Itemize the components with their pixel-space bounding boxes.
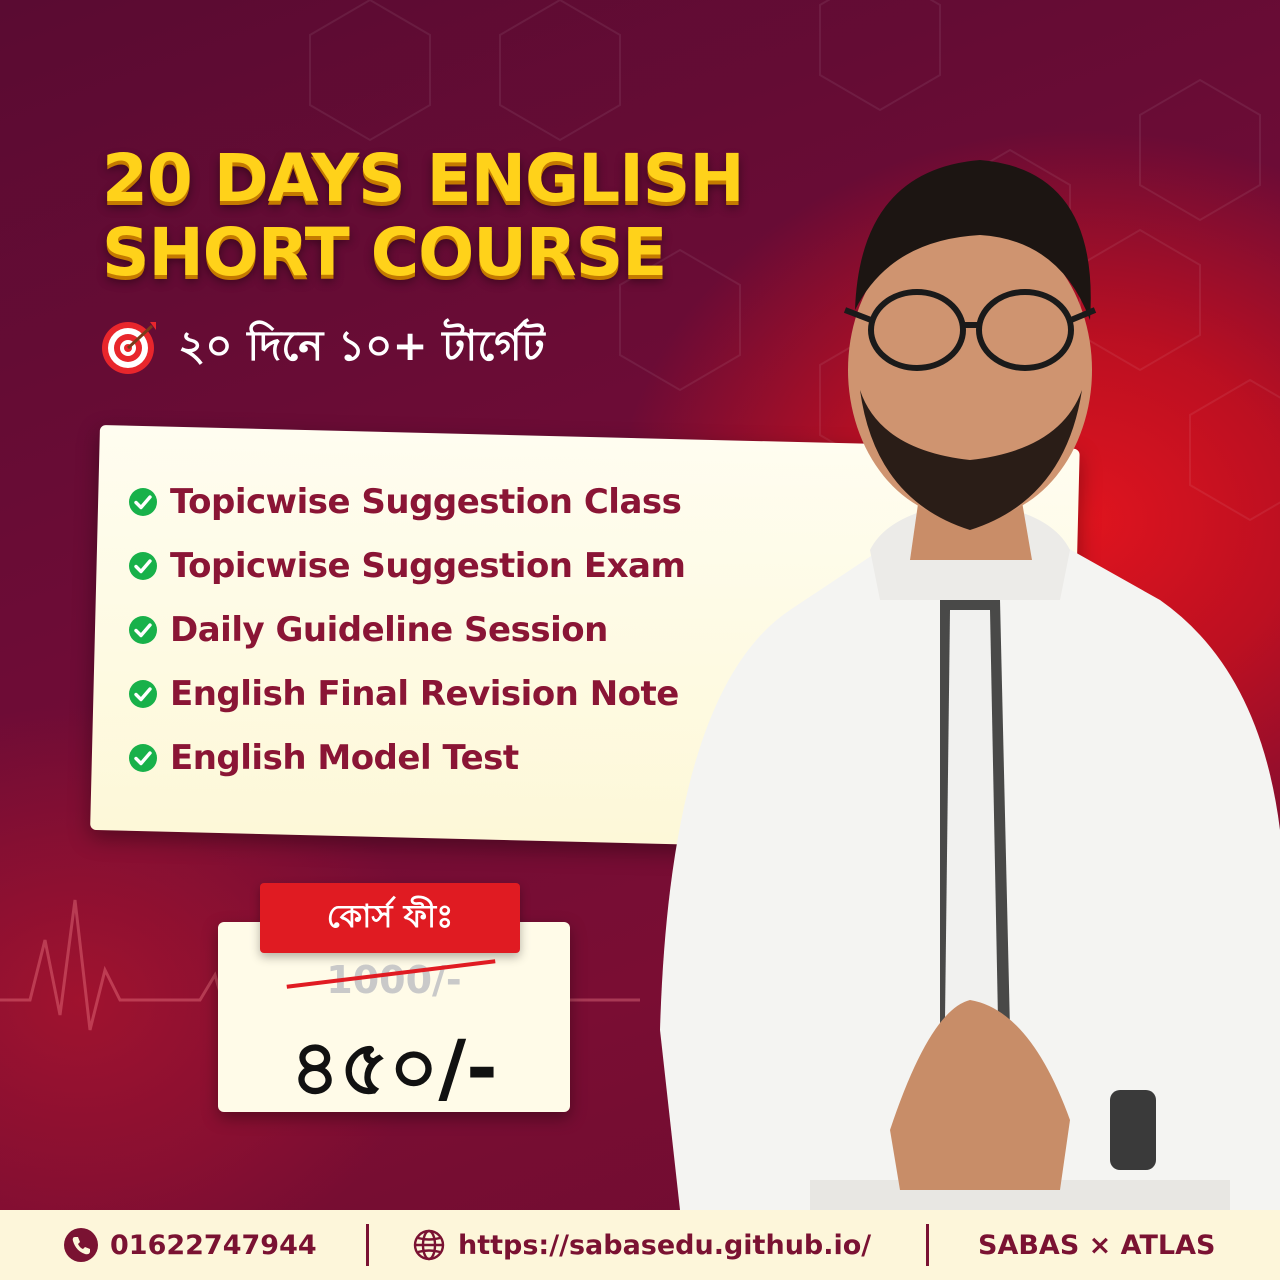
phone-icon (64, 1228, 98, 1262)
list-item: English Final Revision Note (128, 662, 685, 726)
footer-brand: SABAS × ATLAS (978, 1229, 1216, 1261)
new-price: ৪৫০/- (290, 1023, 498, 1112)
footer-bar: 01622747944 https://sabasedu.github.io/ … (0, 1210, 1280, 1280)
feature-label: English Model Test (170, 738, 519, 778)
footer-website[interactable]: https://sabasedu.github.io/ (412, 1210, 871, 1280)
target-text: ২০ দিনে ১০+ টার্গেট (178, 320, 545, 370)
feature-label: English Final Revision Note (170, 674, 679, 714)
feature-label: Topicwise Suggestion Class (170, 482, 682, 522)
list-item: English Model Test (128, 726, 685, 790)
presenter-photo (660, 160, 1280, 1210)
list-item: Topicwise Suggestion Exam (128, 534, 686, 598)
target-icon (102, 322, 156, 374)
globe-icon (413, 1229, 445, 1261)
feature-label: Topicwise Suggestion Exam (170, 546, 686, 586)
course-poster: 20 DAYS ENGLISH SHORT COURSE ২০ দিনে ১০+… (0, 0, 1280, 1280)
target-row: ২০ দিনে ১০+ টার্গেট (100, 316, 545, 380)
check-circle-icon (129, 680, 157, 708)
list-item: Topicwise Suggestion Class (128, 470, 685, 534)
phone-number: 01622747944 (110, 1229, 317, 1261)
old-price: 1000/- (326, 958, 462, 1002)
feature-label: Daily Guideline Session (170, 610, 608, 650)
footer-divider (366, 1224, 369, 1266)
footer-phone[interactable]: 01622747944 (64, 1210, 317, 1280)
check-circle-icon (129, 488, 157, 516)
check-circle-icon (129, 552, 157, 580)
check-circle-icon (129, 616, 157, 644)
list-item: Daily Guideline Session (128, 598, 685, 662)
course-fee-label: কোর্স ফীঃ (260, 883, 520, 953)
website-url: https://sabasedu.github.io/ (458, 1229, 872, 1261)
check-circle-icon (129, 744, 157, 772)
footer-divider (926, 1224, 929, 1266)
features-list: Topicwise Suggestion Class Topicwise Sug… (128, 470, 686, 790)
